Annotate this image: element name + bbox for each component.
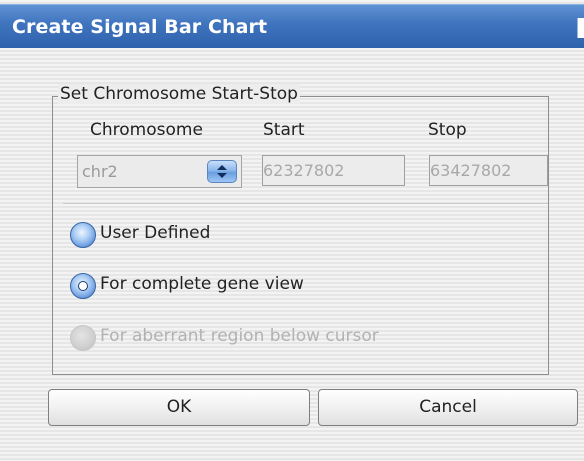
- radio-label: User Defined: [100, 223, 211, 243]
- window-title: Create Signal Bar Chart: [12, 16, 268, 38]
- start-input[interactable]: 62327802: [262, 155, 405, 186]
- radio-label: For aberrant region below cursor: [100, 326, 379, 346]
- stop-input[interactable]: 63427802: [429, 155, 548, 186]
- radio-label: For complete gene view: [100, 274, 304, 294]
- title-bar[interactable]: Create Signal Bar Chart: [0, 4, 584, 48]
- stop-input-value: 63427802: [430, 161, 512, 180]
- cancel-button[interactable]: Cancel: [318, 389, 578, 426]
- group-legend: Set Chromosome Start-Stop: [58, 84, 300, 104]
- start-label: Start: [263, 120, 305, 140]
- chromosome-select-value: chr2: [82, 162, 118, 181]
- up-down-arrows-icon[interactable]: [207, 160, 237, 183]
- radio-dot-icon: [79, 282, 87, 290]
- chromosome-label: Chromosome: [90, 120, 203, 140]
- stop-label: Stop: [428, 120, 467, 140]
- radio-button-icon[interactable]: [70, 222, 96, 248]
- radio-button-disabled-icon: [70, 325, 96, 351]
- chromosome-select[interactable]: chr2: [77, 155, 242, 188]
- ok-button-label: OK: [166, 397, 192, 417]
- cancel-button-label: Cancel: [419, 397, 477, 417]
- start-input-value: 62327802: [263, 161, 345, 180]
- title-bar-edge: [577, 18, 584, 38]
- radio-button-selected-icon[interactable]: [70, 273, 96, 299]
- ok-button[interactable]: OK: [48, 389, 310, 426]
- group-separator: [63, 203, 548, 205]
